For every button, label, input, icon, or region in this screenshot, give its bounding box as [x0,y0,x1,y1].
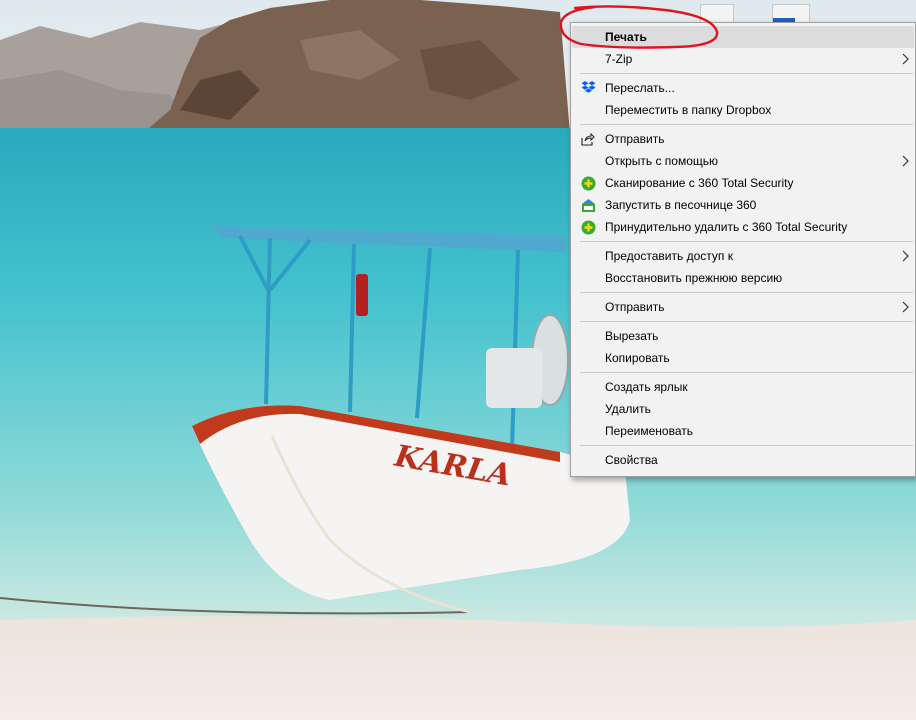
menu-item-send-to[interactable]: Отправить [572,296,914,318]
menu-separator [580,372,913,373]
menu-item-label: Запустить в песочнице 360 [605,198,757,212]
menu-item-dropbox-send[interactable]: Переслать... [572,77,914,99]
menu-item-create-shortcut[interactable]: Создать ярлык [572,376,914,398]
menu-item-restore-previous[interactable]: Восстановить прежнюю версию [572,267,914,289]
chevron-right-icon [900,53,910,65]
menu-item-rename[interactable]: Переименовать [572,420,914,442]
menu-item-label: Создать ярлык [605,380,688,394]
menu-item-label: Вырезать [605,329,659,343]
menu-item-label: Удалить [605,402,651,416]
desktop-file-thumbnail[interactable] [700,4,734,24]
menu-separator [580,292,913,293]
menu-item-copy[interactable]: Копировать [572,347,914,369]
sandbox-icon [580,197,596,213]
dropbox-icon [580,80,596,96]
menu-item-label: Свойства [605,453,658,467]
menu-item-label: Принудительно удалить с 360 Total Securi… [605,220,848,234]
desktop-file-thumbnail[interactable] [772,4,810,24]
menu-item-move-to-dropbox[interactable]: Переместить в папку Dropbox [572,99,914,121]
menu-item-sandbox-360[interactable]: Запустить в песочнице 360 [572,194,914,216]
menu-item-cut[interactable]: Вырезать [572,325,914,347]
menu-item-print[interactable]: Печать [572,26,914,48]
chevron-right-icon [900,250,910,262]
menu-item-delete[interactable]: Удалить [572,398,914,420]
menu-separator [580,124,913,125]
menu-item-properties[interactable]: Свойства [572,449,914,471]
context-menu: Печать 7-Zip Переслать... Переместить в … [570,22,916,477]
menu-item-label: Отправить [605,300,665,314]
share-icon [580,131,596,147]
360-total-security-icon [580,219,596,235]
360-total-security-icon [580,175,596,191]
chevron-right-icon [900,155,910,167]
menu-separator [580,321,913,322]
menu-item-scan-360[interactable]: Сканирование с 360 Total Security [572,172,914,194]
menu-item-label: Переслать... [605,81,675,95]
menu-item-label: Восстановить прежнюю версию [605,271,783,285]
menu-separator [580,241,913,242]
menu-item-7zip[interactable]: 7-Zip [572,48,914,70]
menu-item-label: Открыть с помощью [605,154,719,168]
menu-item-grant-access[interactable]: Предоставить доступ к [572,245,914,267]
menu-item-label: Переместить в папку Dropbox [605,103,772,117]
menu-separator [580,445,913,446]
menu-item-label: 7-Zip [605,52,633,66]
menu-item-label: Переименовать [605,424,693,438]
menu-item-share[interactable]: Отправить [572,128,914,150]
menu-item-force-delete-360[interactable]: Принудительно удалить с 360 Total Securi… [572,216,914,238]
menu-item-label: Предоставить доступ к [605,249,733,263]
menu-item-label: Копировать [605,351,670,365]
menu-separator [580,73,913,74]
menu-item-open-with[interactable]: Открыть с помощью [572,150,914,172]
menu-item-label: Отправить [605,132,665,146]
chevron-right-icon [900,301,910,313]
menu-item-label: Сканирование с 360 Total Security [605,176,794,190]
menu-item-label: Печать [605,30,647,44]
